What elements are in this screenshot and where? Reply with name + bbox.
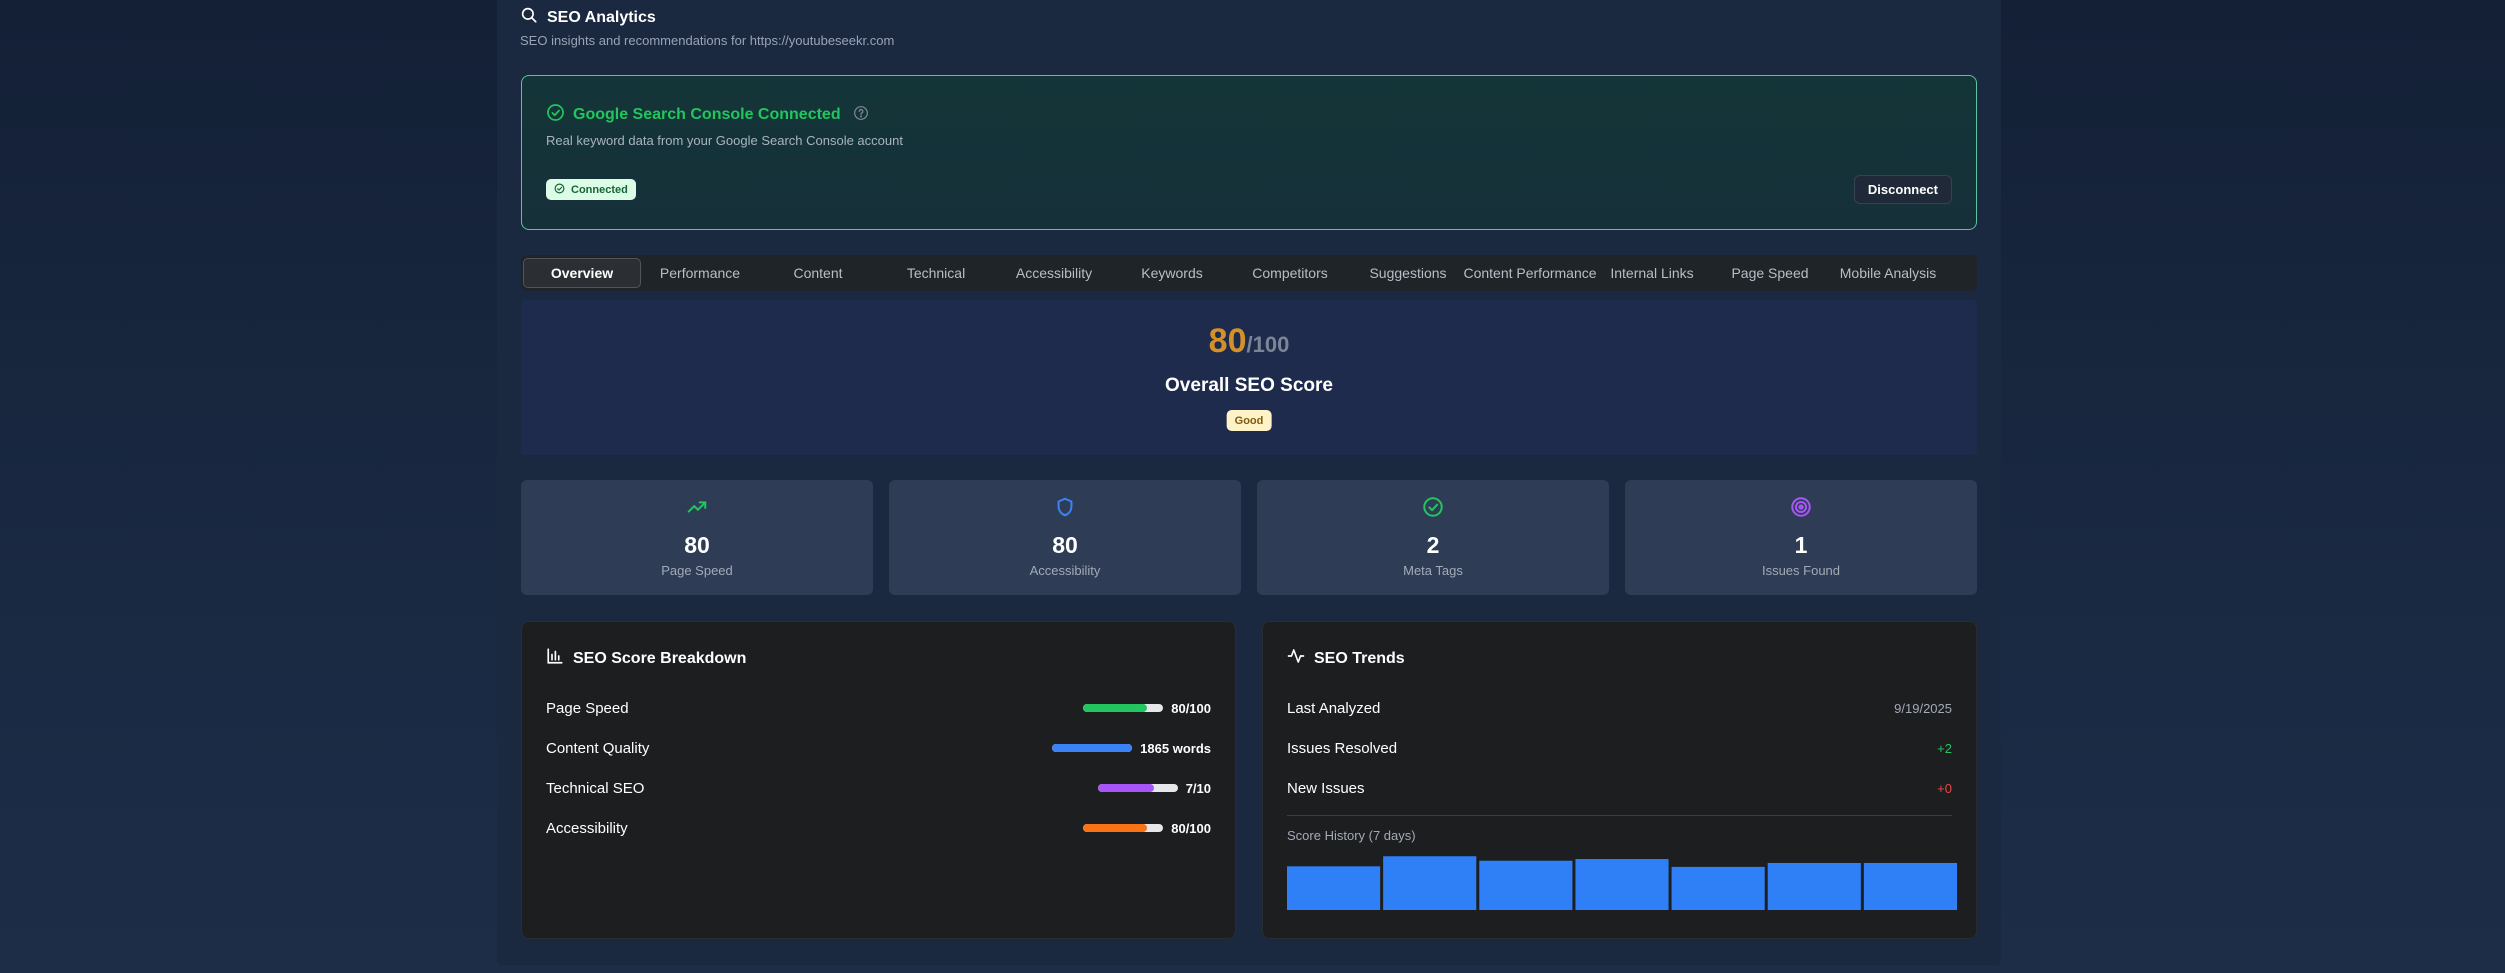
breakdown-row-technical-seo: Technical SEO 7/10: [546, 778, 1211, 798]
trend-value: +0: [1937, 780, 1952, 796]
stat-value: 1: [1794, 532, 1808, 558]
tab-overview[interactable]: Overview: [523, 258, 641, 288]
page-subtitle: SEO insights and recommendations for htt…: [520, 33, 895, 48]
trend-value: 9/19/2025: [1894, 700, 1952, 716]
history-bar: [1479, 860, 1573, 910]
progress-bar: [1083, 824, 1164, 832]
stat-value: 80: [1052, 532, 1078, 558]
stat-value: 2: [1426, 532, 1440, 558]
trend-row-last-analyzed: Last Analyzed 9/19/2025: [1287, 698, 1952, 718]
activity-icon: [1287, 647, 1305, 670]
bar-chart-icon: [546, 647, 564, 670]
shield-icon: [1054, 496, 1076, 523]
progress-fill: [1083, 824, 1148, 832]
tab-suggestions[interactable]: Suggestions: [1349, 258, 1467, 288]
overall-score-panel: 80/100 Overall SEO Score Good: [521, 300, 1977, 455]
breakdown-value: 80/100: [1171, 700, 1211, 716]
breakdown-value: 1865 words: [1140, 740, 1211, 756]
overall-score-value: 80: [1208, 322, 1247, 360]
page-title: SEO Analytics: [547, 8, 656, 26]
history-bar: [1671, 866, 1765, 910]
score-history-label: Score History (7 days): [1287, 828, 1416, 843]
history-bar: [1863, 862, 1957, 910]
trend-row-issues-resolved: Issues Resolved +2: [1287, 738, 1952, 758]
history-bar: [1287, 866, 1381, 910]
breakdown-value: 80/100: [1171, 820, 1211, 836]
trend-label: Last Analyzed: [1287, 699, 1381, 717]
tab-accessibility[interactable]: Accessibility: [995, 258, 1113, 288]
seo-score-breakdown-card: SEO Score Breakdown Page Speed 80/100 Co…: [521, 621, 1236, 939]
progress-fill: [1083, 704, 1148, 712]
stat-label: Page Speed: [661, 563, 733, 578]
progress-fill: [1052, 744, 1133, 752]
breakdown-label: Accessibility: [546, 819, 628, 837]
tab-internal-links[interactable]: Internal Links: [1593, 258, 1711, 288]
tab-content-performance[interactable]: Content Performance: [1463, 258, 1596, 288]
check-circle-icon: [1422, 496, 1444, 523]
trending-up-icon: [686, 496, 708, 523]
breakdown-row-content-quality: Content Quality 1865 words: [546, 738, 1211, 758]
breakdown-row-accessibility: Accessibility 80/100: [546, 818, 1211, 838]
overall-score-max: /100: [1246, 332, 1290, 357]
tab-bar: Overview Performance Content Technical A…: [521, 255, 1977, 291]
gsc-description: Real keyword data from your Google Searc…: [546, 133, 903, 148]
stat-label: Accessibility: [1029, 563, 1101, 578]
connected-badge-label: Connected: [571, 183, 628, 196]
trends-title: SEO Trends: [1314, 649, 1405, 667]
search-icon: [520, 6, 538, 29]
trend-label: Issues Resolved: [1287, 739, 1398, 757]
check-circle-icon: [554, 183, 565, 197]
page-header: SEO Analytics: [520, 6, 656, 29]
tab-technical[interactable]: Technical: [877, 258, 995, 288]
stat-card-page-speed: 80 Page Speed: [521, 480, 873, 595]
seo-trends-card: SEO Trends Last Analyzed 9/19/2025 Issue…: [1262, 621, 1977, 939]
breakdown-label: Page Speed: [546, 699, 629, 717]
overall-score-label: Overall SEO Score: [1165, 375, 1333, 396]
check-circle-icon: [546, 103, 565, 127]
progress-bar: [1052, 744, 1133, 752]
trend-label: New Issues: [1287, 779, 1365, 797]
progress-bar: [1097, 784, 1178, 792]
tab-mobile-analysis[interactable]: Mobile Analysis: [1829, 258, 1947, 288]
tab-competitors[interactable]: Competitors: [1231, 258, 1349, 288]
progress-bar: [1083, 704, 1164, 712]
connected-badge: Connected: [546, 179, 636, 200]
tab-performance[interactable]: Performance: [641, 258, 759, 288]
stat-value: 80: [684, 532, 710, 558]
history-bar: [1383, 856, 1477, 910]
progress-fill: [1097, 784, 1154, 792]
trend-value: +2: [1937, 740, 1952, 756]
tab-page-speed[interactable]: Page Speed: [1711, 258, 1829, 288]
stat-card-accessibility: 80 Accessibility: [889, 480, 1241, 595]
disconnect-button[interactable]: Disconnect: [1853, 175, 1952, 204]
score-history-chart: [1287, 856, 1957, 910]
history-bar: [1575, 859, 1669, 910]
divider: [1287, 815, 1952, 816]
breakdown-value: 7/10: [1185, 780, 1211, 796]
breakdown-title: SEO Score Breakdown: [573, 649, 747, 667]
help-icon[interactable]: [853, 105, 869, 126]
trend-row-new-issues: New Issues +0: [1287, 778, 1952, 798]
breakdown-label: Technical SEO: [546, 779, 645, 797]
stat-label: Issues Found: [1761, 563, 1841, 578]
stat-label: Meta Tags: [1403, 563, 1463, 578]
breakdown-label: Content Quality: [546, 739, 650, 757]
stat-card-issues-found: 1 Issues Found: [1625, 480, 1977, 595]
target-icon: [1790, 496, 1812, 523]
gsc-connection-card: Google Search Console Connected Real key…: [521, 75, 1977, 230]
history-bar: [1767, 862, 1861, 910]
score-rating-badge: Good: [1226, 410, 1272, 431]
breakdown-row-page-speed: Page Speed 80/100: [546, 698, 1211, 718]
gsc-title: Google Search Console Connected: [573, 106, 841, 123]
tab-keywords[interactable]: Keywords: [1113, 258, 1231, 288]
stat-card-meta-tags: 2 Meta Tags: [1257, 480, 1609, 595]
tab-content[interactable]: Content: [759, 258, 877, 288]
